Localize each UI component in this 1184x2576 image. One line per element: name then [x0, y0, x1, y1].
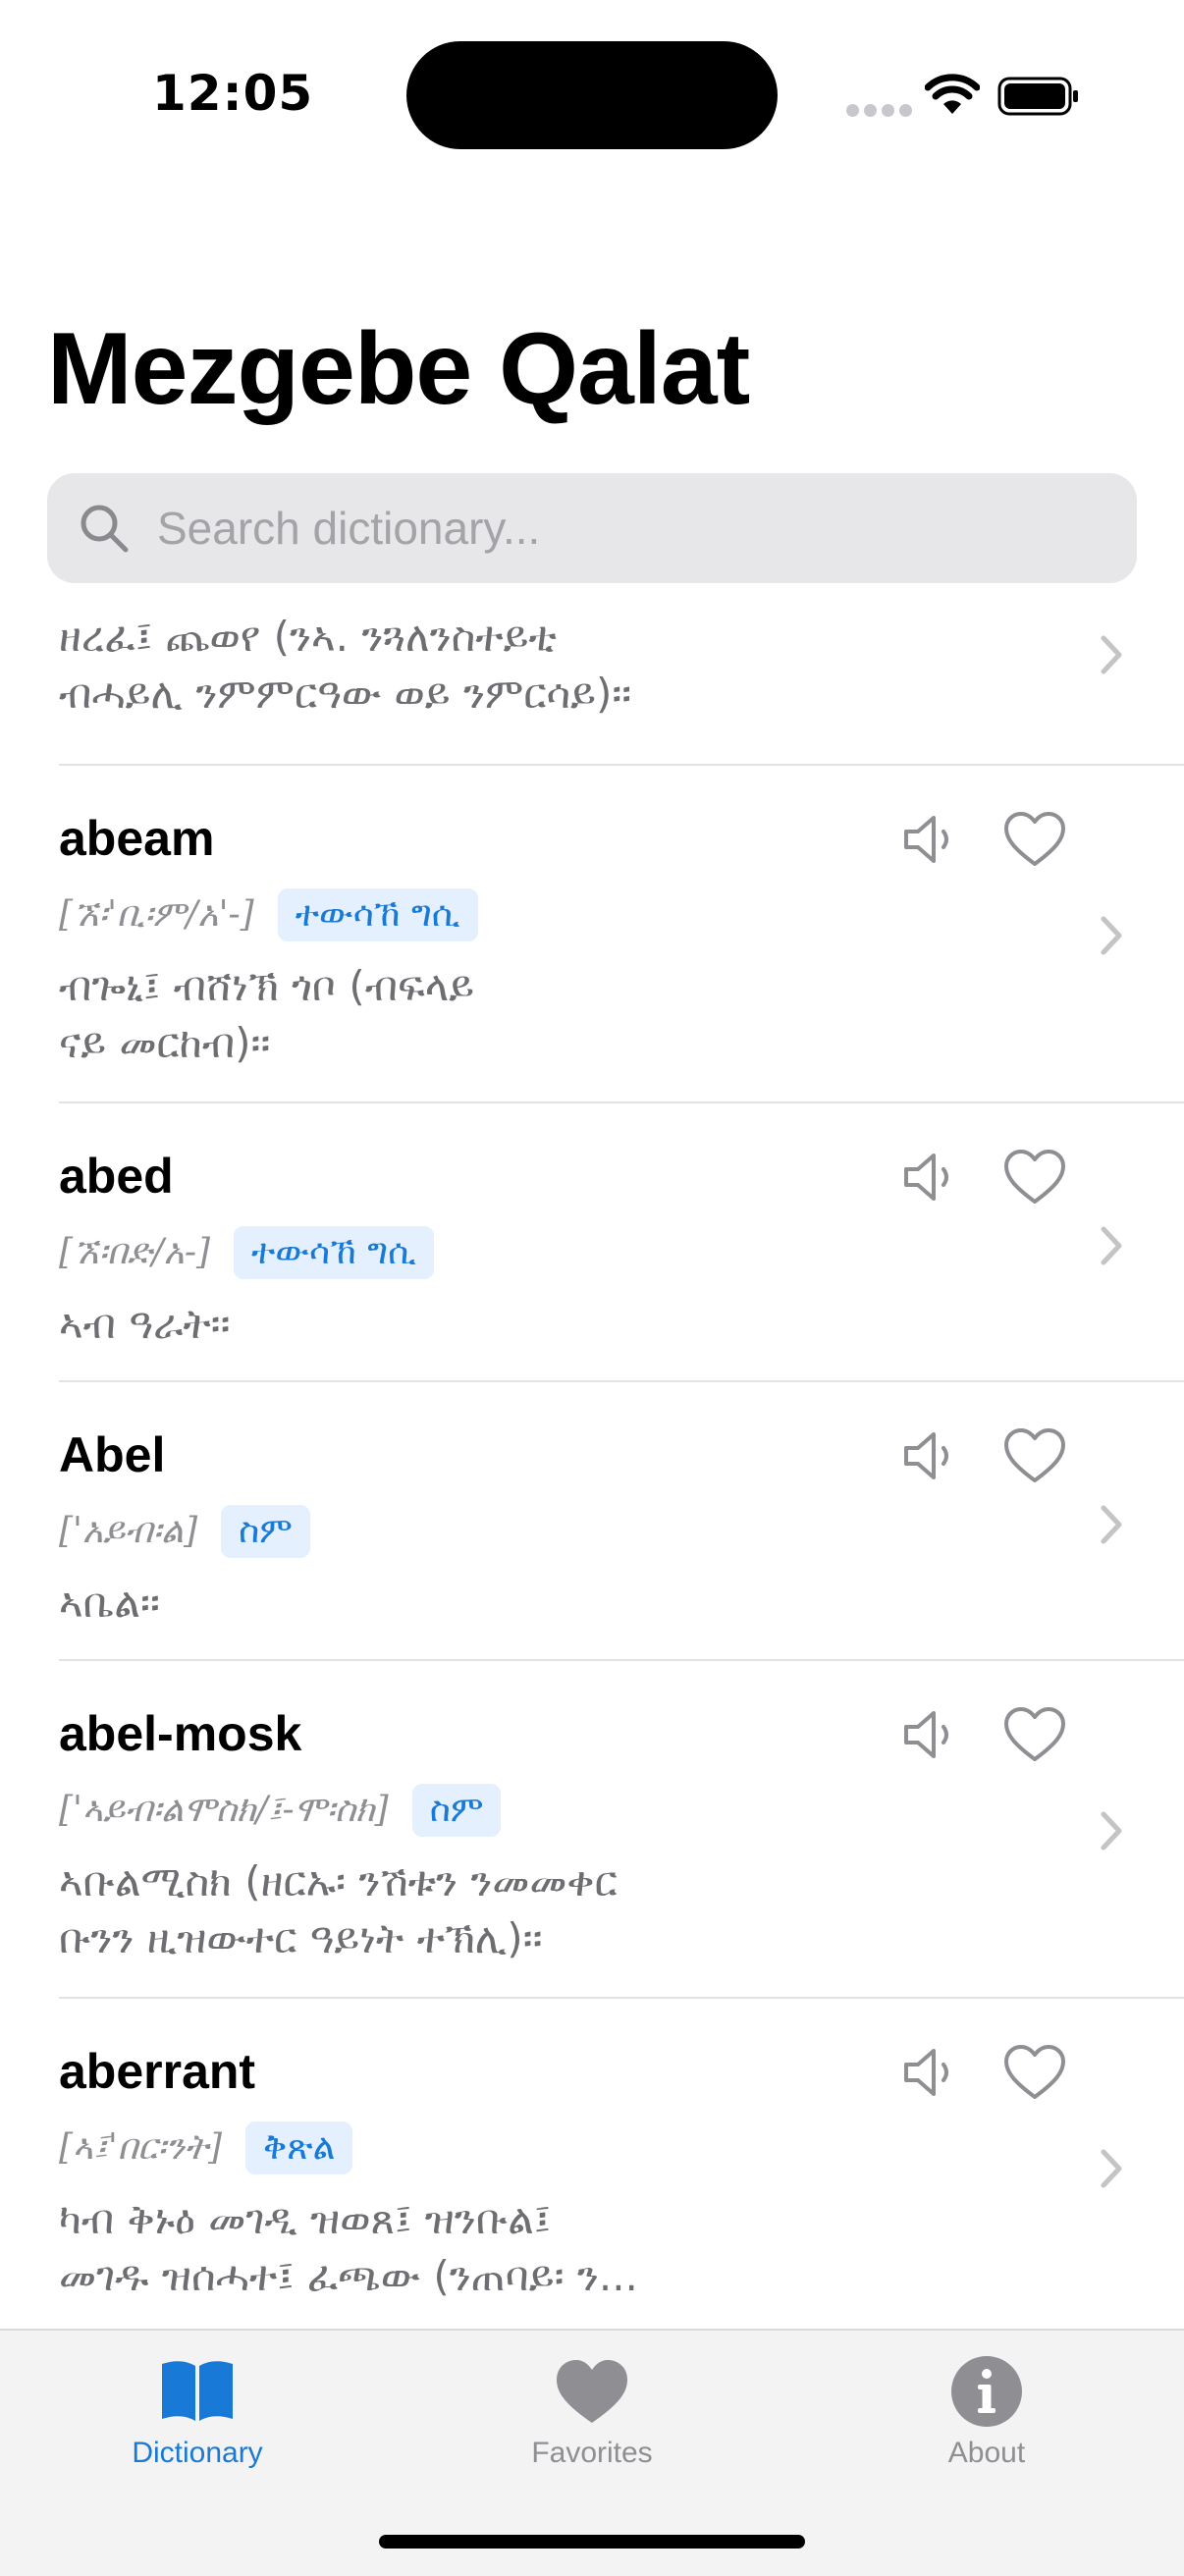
favorite-button[interactable]: [999, 805, 1070, 874]
speaker-button[interactable]: [895, 805, 964, 874]
book-icon: [162, 2361, 233, 2421]
entries-list[interactable]: ዘረፈ፤ ጨወየ (ንኣ. ንጓለንስተይቲ ብሓይሊ ንምምርዓው ወይ ንምር…: [0, 587, 1184, 2331]
speaker-icon: [904, 816, 948, 863]
tab-about[interactable]: About: [789, 2331, 1184, 2507]
speaker-button[interactable]: [895, 2038, 964, 2107]
search-input[interactable]: [157, 491, 1100, 565]
entry-word: abel-mosk: [59, 1706, 302, 1761]
favorite-button[interactable]: [999, 1143, 1070, 1211]
chevron-right-icon: [1101, 916, 1122, 955]
chevron-right-icon: [1101, 635, 1122, 674]
battery-icon: [997, 77, 1078, 116]
entry-word: abed: [59, 1149, 174, 1204]
heart-outline-icon: [1004, 1428, 1065, 1482]
heart-outline-icon: [1004, 812, 1065, 866]
entry-word: abeam: [59, 811, 215, 866]
heart-icon: [557, 2360, 627, 2423]
entry-definition: ኣብ ዓራት፡፡: [59, 1300, 231, 1348]
chevron-right-icon: [1101, 1811, 1122, 1851]
status-time: 12:05: [152, 65, 314, 122]
info-icon: [951, 2356, 1022, 2427]
speaker-icon: [904, 2049, 948, 2096]
entry-pronunciation: [ኧ፡'ቢ፡ም/አ'-]: [59, 894, 254, 935]
dynamic-island: [406, 41, 778, 149]
entry-definition: ብጐኒ፤ ብሸነኽ ጎቦ (ብፍላይ ናይ መርከብ)፡፡: [59, 962, 475, 1067]
entry-word: aberrant: [59, 2044, 256, 2099]
home-indicator[interactable]: [379, 2535, 805, 2549]
tab-favorites[interactable]: Favorites: [395, 2331, 789, 2507]
entry-meta: [ኧ፡'ቢ፡ም/አ'-] ተውሳኸ ግሲ: [59, 887, 478, 942]
favorite-button[interactable]: [999, 2038, 1070, 2107]
entry-definition: ኣቡልሚስክ (ዘርኡ፡ ንሽቱን ንመመቀር ቡንን ዚዝውተር ዓይነት ተኽ…: [59, 1857, 618, 1962]
favorite-button[interactable]: [999, 1700, 1070, 1769]
status-bar: 12:05: [0, 0, 1184, 187]
heart-outline-icon: [1004, 1150, 1065, 1204]
chevron-right-icon: [1101, 1505, 1122, 1544]
speaker-icon: [904, 1154, 948, 1201]
heart-outline-icon: [1004, 1707, 1065, 1761]
favorite-button[interactable]: [999, 1422, 1070, 1490]
speaker-button[interactable]: [895, 1143, 964, 1211]
tab-dictionary[interactable]: Dictionary: [0, 2331, 395, 2507]
pos-badge: ተውሳኸ ግሲ: [277, 888, 478, 941]
page-title: Mezgebe Qalat: [47, 312, 750, 426]
chevron-right-icon: [1101, 1226, 1122, 1265]
entry-pronunciation: [ኣ፤'በር፡ንት]: [59, 2127, 223, 2168]
search-icon: [81, 505, 129, 553]
entry-word: Abel: [59, 1427, 166, 1482]
pos-badge: ቅጽል: [245, 2121, 353, 2174]
speaker-button[interactable]: [895, 1700, 964, 1769]
search-bar[interactable]: [47, 473, 1137, 583]
pos-badge: ስም: [221, 1505, 310, 1558]
entry-pronunciation: [ኧ፡በድ/አ-]: [59, 1232, 211, 1272]
entry-definition: ካብ ቅኑዕ መገዲ ዝወጸ፤ ዝንቡል፤ መገዱ ዝሰሓተ፤ ፈጫው (ንጠባይ…: [59, 2195, 638, 2300]
entry-definition: ዘረፈ፤ ጨወየ (ንኣ. ንጓለንስተይቲ ብሓይሊ ንምምርዓው ወይ ንምር…: [59, 613, 632, 718]
list-item[interactable]: abel-mosk ['ኣይብ፡ልሞስክ/፤-ሞ፡ስክ] ስም ኣቡልሚስክ (…: [0, 1661, 1184, 1999]
heart-outline-icon: [1004, 2045, 1065, 2099]
pos-badge: ተውሳኸ ግሲ: [234, 1226, 434, 1279]
list-item[interactable]: aberrant [ኣ፤'በር፡ንት] ቅጽል ካብ ቅኑዕ መገዲ ዝወጸ፤ …: [0, 1999, 1184, 2331]
entry-definition: ኣቤል፡፡: [59, 1579, 160, 1627]
speaker-icon: [904, 1711, 948, 1758]
chevron-right-icon: [1101, 2149, 1122, 2188]
list-item[interactable]: abed [ኧ፡በድ/አ-] ተውሳኸ ግሲ ኣብ ዓራት፡፡: [0, 1103, 1184, 1382]
entry-pronunciation: ['ኣይብ፡ልሞስክ/፤-ሞ፡ስክ]: [59, 1790, 389, 1830]
tab-label: About: [947, 2437, 1026, 2469]
wifi-icon: [925, 74, 980, 114]
entry-meta: [ኣ፤'በር፡ንት] ቅጽል: [59, 2120, 353, 2175]
list-item[interactable]: Abel ['አይብ፡ል] ስም ኣቤል፡፡: [0, 1382, 1184, 1661]
list-item[interactable]: ዘረፈ፤ ጨወየ (ንኣ. ንጓለንስተይቲ ብሓይሊ ንምምርዓው ወይ ንምር…: [0, 587, 1184, 766]
entry-meta: [59, 587, 361, 607]
entry-pronunciation: ['አይብ፡ል]: [59, 1511, 198, 1551]
pos-badge: ስም: [411, 1784, 502, 1837]
entry-meta: ['ኣይብ፡ልሞስክ/፤-ሞ፡ስክ] ስም: [59, 1783, 502, 1838]
speaker-icon: [904, 1432, 948, 1479]
tab-label: Dictionary: [132, 2437, 263, 2469]
entry-meta: ['አይብ፡ል] ስም: [59, 1504, 310, 1559]
speaker-button[interactable]: [895, 1422, 964, 1490]
entry-meta: [ኧ፡በድ/አ-] ተውሳኸ ግሲ: [59, 1225, 434, 1280]
list-item[interactable]: abeam [ኧ፡'ቢ፡ም/አ'-] ተውሳኸ ግሲ ብጐኒ፤ ብሸነኽ ጎቦ …: [0, 766, 1184, 1103]
tab-label: Favorites: [531, 2437, 653, 2469]
